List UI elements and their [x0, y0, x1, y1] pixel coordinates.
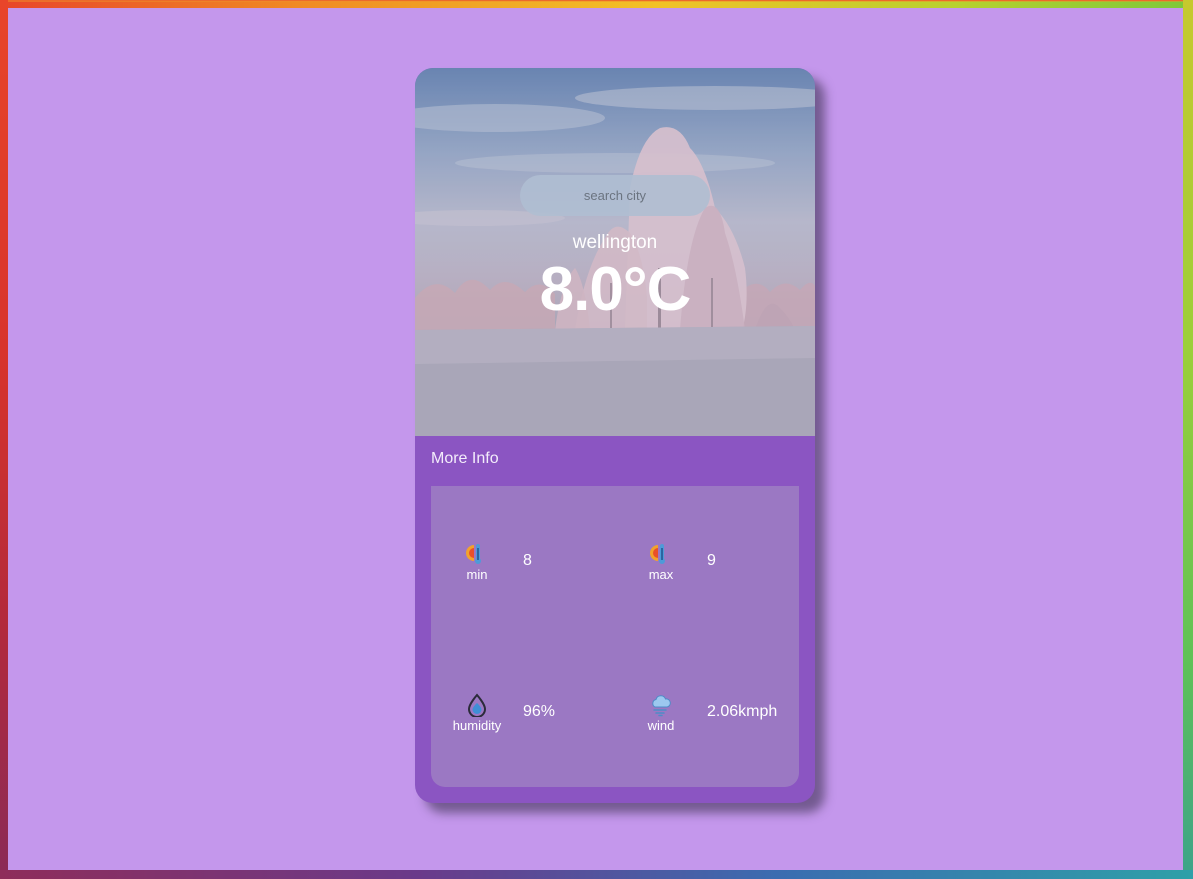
wind-stat: wind 2.06kmph [615, 693, 795, 753]
winter-landscape-image: wellington 8.0°C [415, 68, 815, 436]
city-name: wellington [572, 232, 658, 253]
wind-label: wind [647, 718, 675, 733]
humidity-value: 96% [523, 703, 556, 720]
border-right [1183, 0, 1193, 879]
max-value: 9 [707, 552, 716, 569]
max-temp-stat: max 9 [615, 542, 795, 602]
border-bottom [0, 870, 1193, 879]
max-label: max [648, 567, 674, 582]
thermometer-hot-icon [650, 544, 665, 564]
humidity-label: humidity [452, 718, 502, 733]
weather-card: wellington 8.0°C More Info min 8 [415, 68, 815, 803]
water-drop-icon [467, 693, 487, 717]
wind-value: 2.06kmph [707, 703, 778, 720]
more-info-heading: More Info [431, 450, 499, 467]
search-city-input[interactable] [520, 175, 710, 216]
min-temp-stat: min 8 [431, 542, 611, 602]
min-label: min [466, 567, 488, 582]
humidity-stat: humidity 96% [431, 693, 611, 753]
thermometer-cold-icon [466, 544, 481, 564]
wind-cloud-icon [652, 695, 671, 717]
temperature-display: 8.0°C [539, 255, 692, 324]
min-value: 8 [523, 552, 532, 569]
more-info-panel: min 8 max 9 humidity 96% wind 2.06kmph [431, 486, 799, 787]
border-left [0, 0, 8, 879]
